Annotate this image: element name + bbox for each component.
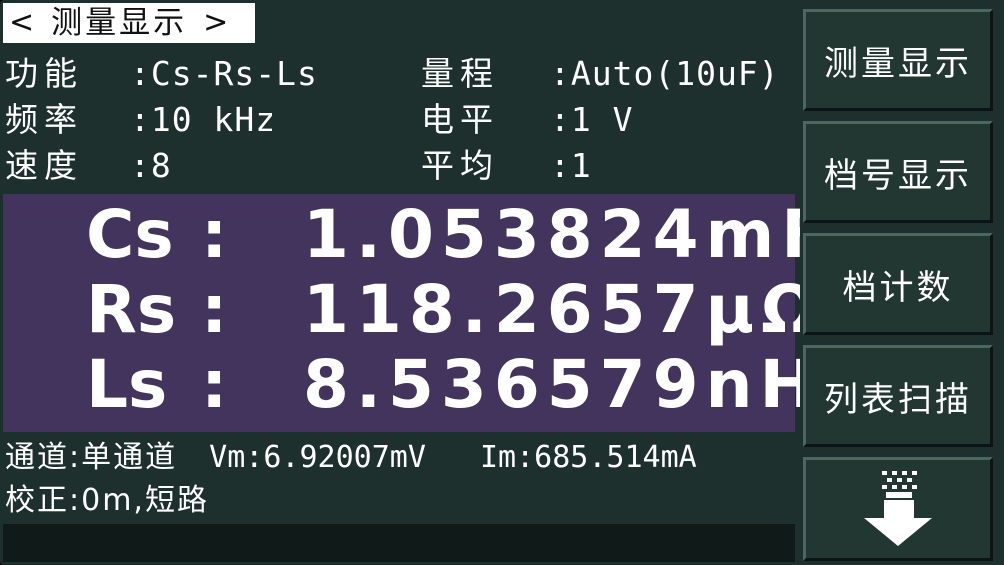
page-next-arrow[interactable]: > bbox=[203, 3, 231, 43]
measurement-panel: Cs : 1.053824mF Rs : 118.2657μΩ Ls : 8.5… bbox=[3, 194, 826, 432]
status-line-1: 通道:单通道 Vm:6.92007mV Im:685.514mA bbox=[5, 437, 697, 479]
vm-reading: Vm:6.92007mV bbox=[209, 440, 426, 475]
cs-colon: : bbox=[201, 196, 228, 273]
im-reading: Im:685.514mA bbox=[479, 440, 697, 475]
page-title-tab[interactable]: < 测量显示 > bbox=[3, 3, 255, 43]
frequency-value[interactable]: :10 kHz bbox=[130, 98, 276, 142]
correction-status: 校正:0m,短路 bbox=[5, 483, 209, 518]
level-value[interactable]: :1 V bbox=[550, 98, 633, 142]
softkey-bin-display[interactable]: 档号显示 bbox=[803, 121, 993, 223]
channel-status: 通道:单通道 bbox=[5, 440, 178, 475]
page-prev-arrow[interactable]: < bbox=[9, 3, 37, 43]
function-label: 功能 bbox=[5, 54, 83, 93]
measurement-row-cs: Cs : 1.053824mF bbox=[3, 196, 826, 273]
message-bar bbox=[3, 524, 795, 562]
softkey-label: 测量显示 bbox=[824, 43, 972, 84]
softkey-label: 档计数 bbox=[842, 267, 954, 308]
lcr-meter-screen: < 测量显示 > 功能 :Cs-Rs-Ls 量程 :Auto(10uF) 频率 … bbox=[0, 0, 1004, 565]
down-arrow-icon bbox=[864, 471, 932, 546]
ls-parameter-name: Ls bbox=[86, 346, 168, 423]
cs-reading: 1.053824mF bbox=[303, 196, 834, 273]
measurement-row-ls: Ls : 8.536579nH bbox=[3, 346, 815, 423]
measurement-row-rs: Rs : 118.2657μΩ bbox=[3, 271, 817, 348]
range-label: 量程 bbox=[421, 54, 499, 93]
level-label: 电平 bbox=[421, 100, 499, 139]
average-value[interactable]: :1 bbox=[550, 144, 592, 188]
softkey-label: 列表扫描 bbox=[824, 379, 972, 420]
softkey-list-sweep[interactable]: 列表扫描 bbox=[803, 345, 993, 447]
softkey-panel: 测量显示 档号显示 档计数 列表扫描 bbox=[800, 0, 1004, 565]
rs-parameter-name: Rs bbox=[86, 271, 177, 348]
function-value[interactable]: :Cs-Rs-Ls bbox=[130, 52, 318, 96]
speed-value[interactable]: :8 bbox=[130, 144, 172, 188]
softkey-bin-count[interactable]: 档计数 bbox=[803, 233, 993, 335]
frequency-label: 频率 bbox=[5, 100, 83, 139]
ls-colon: : bbox=[201, 346, 228, 423]
softkey-measure-display[interactable]: 测量显示 bbox=[803, 9, 993, 111]
status-line-2: 校正:0m,短路 bbox=[5, 480, 209, 522]
speed-label: 速度 bbox=[5, 146, 83, 185]
rs-reading: 118.2657μΩ bbox=[303, 271, 825, 348]
cs-parameter-name: Cs bbox=[86, 196, 174, 273]
ls-reading: 8.536579nH bbox=[303, 346, 822, 423]
range-value[interactable]: :Auto(10uF) bbox=[550, 52, 780, 96]
softkey-label: 档号显示 bbox=[824, 155, 972, 196]
rs-colon: : bbox=[201, 271, 228, 348]
softkey-more[interactable] bbox=[803, 457, 993, 561]
average-label: 平均 bbox=[421, 146, 499, 185]
page-title: 测量显示 bbox=[51, 5, 188, 41]
